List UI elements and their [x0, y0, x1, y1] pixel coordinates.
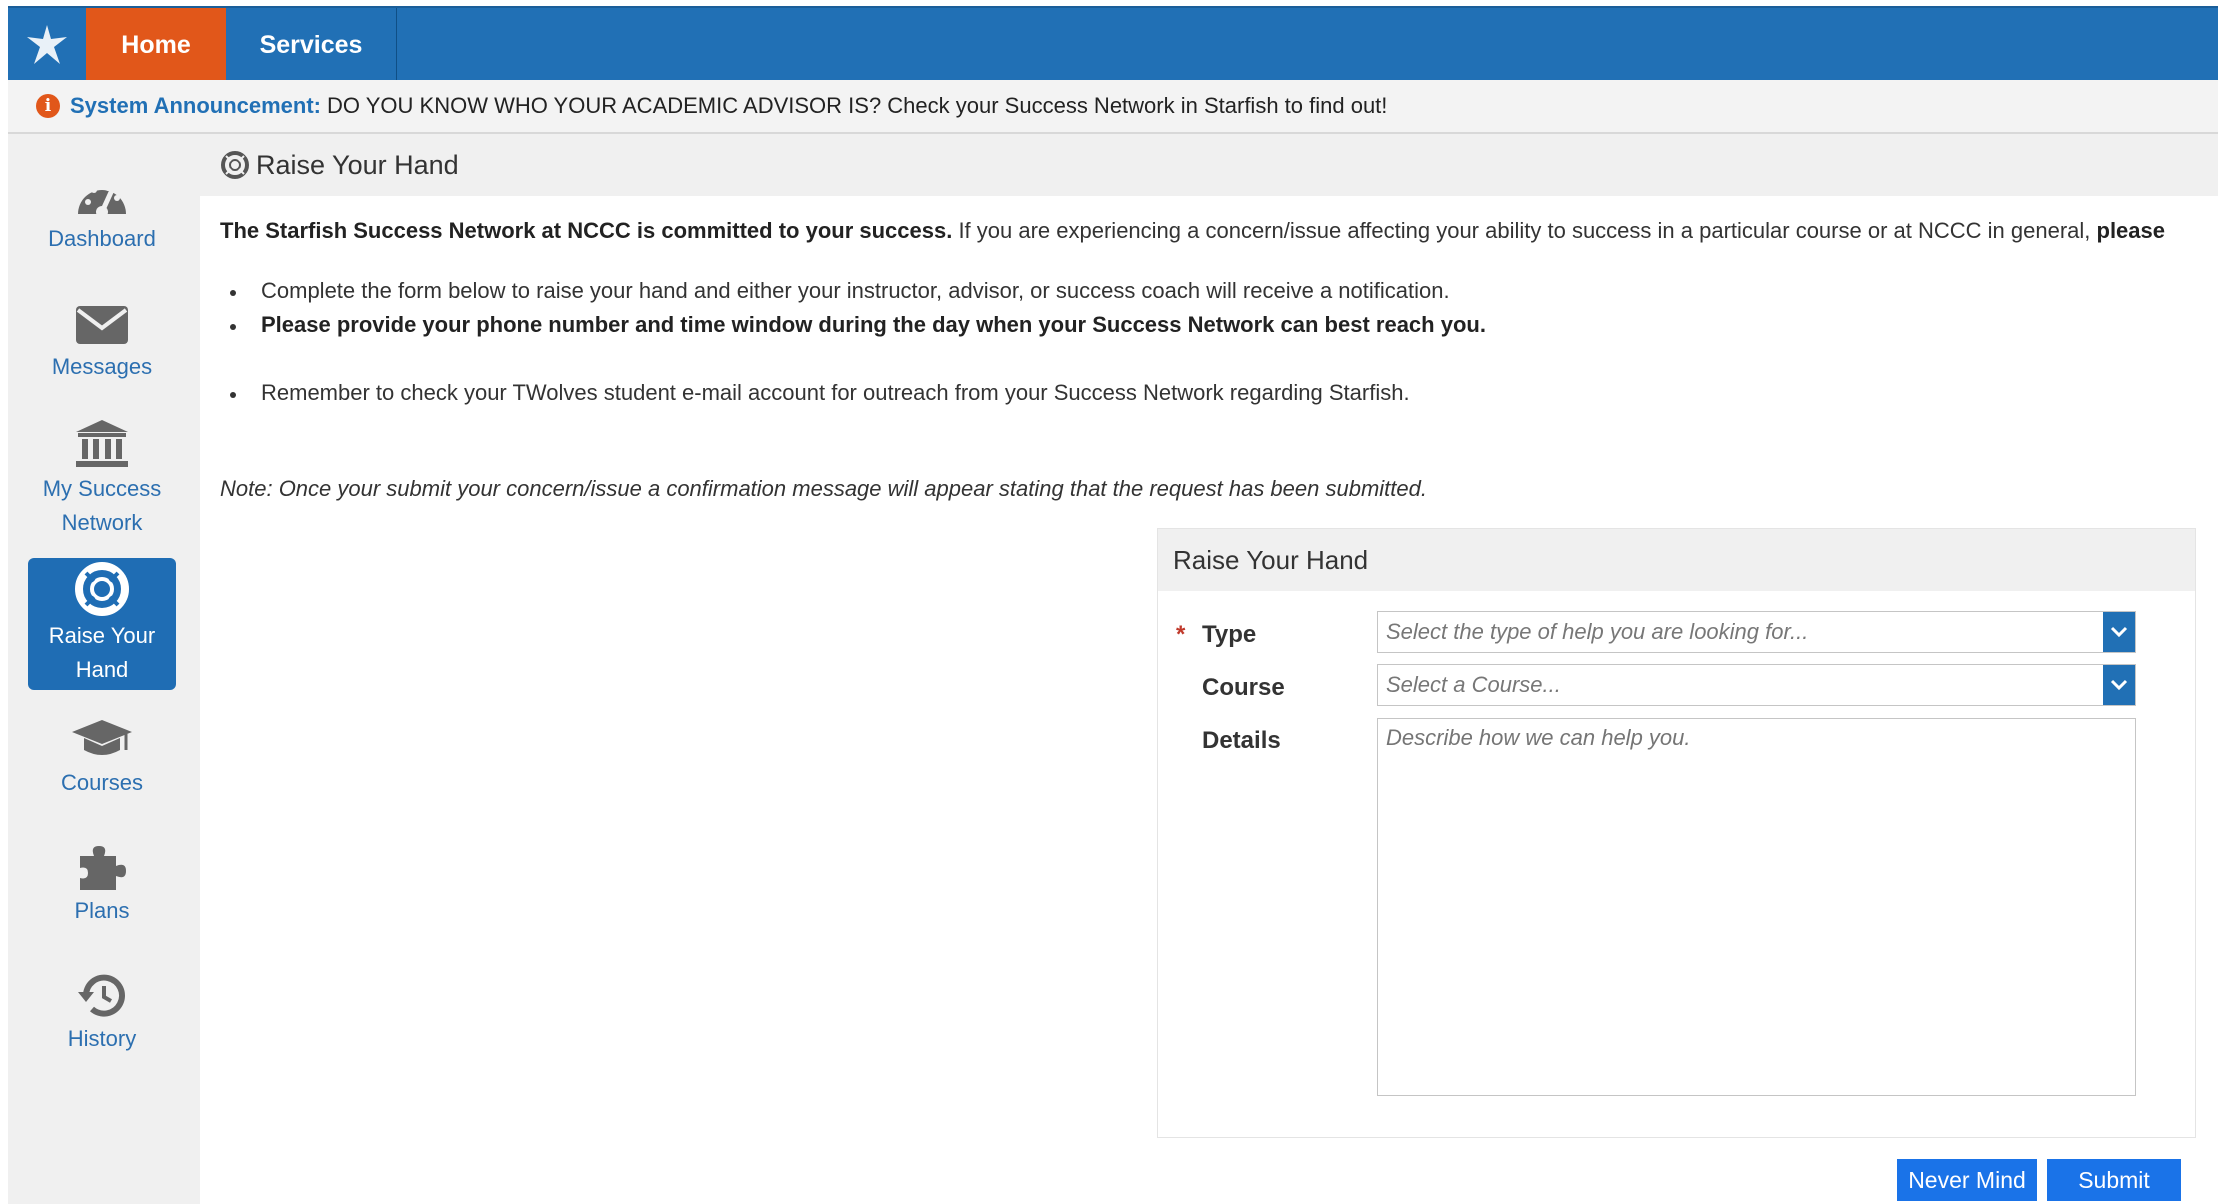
history-icon	[78, 974, 125, 1017]
raise-your-hand-form: Raise Your Hand * Type Select the type o…	[1157, 528, 2196, 1138]
sidebar-item-label: Network	[61, 510, 143, 535]
sidebar-item-label: Plans	[74, 898, 130, 923]
details-textarea[interactable]	[1377, 718, 2136, 1096]
list-item: Complete the form below to raise your ha…	[220, 278, 1450, 304]
graduation-cap-icon	[72, 720, 132, 755]
sidebar-item-plans[interactable]: Plans	[28, 844, 176, 934]
sidebar-item-courses[interactable]: Courses	[28, 716, 176, 806]
type-select[interactable]: Select the type of help you are looking …	[1377, 611, 2136, 653]
course-select-placeholder: Select a Course...	[1386, 672, 1561, 697]
sidebar-item-label: Hand	[75, 657, 129, 682]
sidebar: Dashboard Messages My Success Network Ra…	[8, 134, 200, 1204]
system-announcement-bar: i System Announcement: DO YOU KNOW WHO Y…	[8, 80, 2218, 134]
starfish-logo-icon[interactable]	[8, 8, 86, 82]
form-title: Raise Your Hand	[1158, 529, 2195, 591]
confirmation-note: Note: Once your submit your concern/issu…	[220, 476, 1427, 501]
lifebuoy-icon	[221, 151, 249, 179]
top-navigation-bar: Home Services	[8, 6, 2218, 82]
sidebar-item-raise-your-hand[interactable]: Raise Your Hand	[28, 558, 176, 690]
puzzle-piece-icon	[80, 846, 126, 890]
sidebar-item-my-success-network[interactable]: My Success Network	[28, 418, 176, 542]
lifebuoy-icon	[75, 562, 129, 616]
sidebar-item-history[interactable]: History	[28, 972, 176, 1062]
page-header: Raise Your Hand	[200, 134, 2218, 196]
type-label: Type	[1202, 621, 1257, 648]
list-item: Please provide your phone number and tim…	[220, 312, 1486, 338]
page-title: Raise Your Hand	[256, 149, 459, 180]
sidebar-item-label: Raise Your	[48, 623, 156, 648]
sidebar-item-label: Courses	[61, 770, 143, 795]
never-mind-button[interactable]: Never Mind	[1897, 1159, 2037, 1201]
tab-services[interactable]: Services	[226, 8, 397, 82]
announcement-text: DO YOU KNOW WHO YOUR ACADEMIC ADVISOR IS…	[327, 93, 1388, 118]
institution-icon	[76, 420, 128, 467]
chevron-down-icon[interactable]	[2103, 612, 2135, 652]
sidebar-item-label: Messages	[51, 354, 153, 379]
intro-bold-text: The Starfish Success Network at NCCC is …	[220, 218, 953, 243]
list-item: Remember to check your TWolves student e…	[220, 380, 1410, 406]
intro-cut-text: please	[2096, 218, 2166, 243]
tab-home[interactable]: Home	[86, 8, 226, 82]
sidebar-item-label: History	[67, 1026, 137, 1051]
intro-paragraph: The Starfish Success Network at NCCC is …	[220, 218, 2218, 244]
announcement-label: System Announcement:	[70, 93, 322, 118]
submit-button[interactable]: Submit	[2047, 1159, 2181, 1201]
sidebar-item-messages[interactable]: Messages	[28, 302, 176, 392]
type-select-placeholder: Select the type of help you are looking …	[1386, 619, 1809, 644]
required-indicator: *	[1176, 621, 1186, 648]
course-label: Course	[1202, 674, 1285, 701]
sidebar-item-label: Dashboard	[48, 226, 156, 251]
details-label: Details	[1202, 727, 1281, 754]
course-select[interactable]: Select a Course...	[1377, 664, 2136, 706]
sidebar-item-dashboard[interactable]: Dashboard	[28, 174, 176, 264]
chevron-down-icon[interactable]	[2103, 665, 2135, 705]
sidebar-item-label: My Success	[42, 476, 162, 501]
intro-text: If you are experiencing a concern/issue …	[952, 218, 2097, 243]
info-icon: i	[36, 94, 60, 118]
dashboard-gauge-icon	[78, 185, 126, 218]
envelope-icon	[76, 306, 128, 344]
